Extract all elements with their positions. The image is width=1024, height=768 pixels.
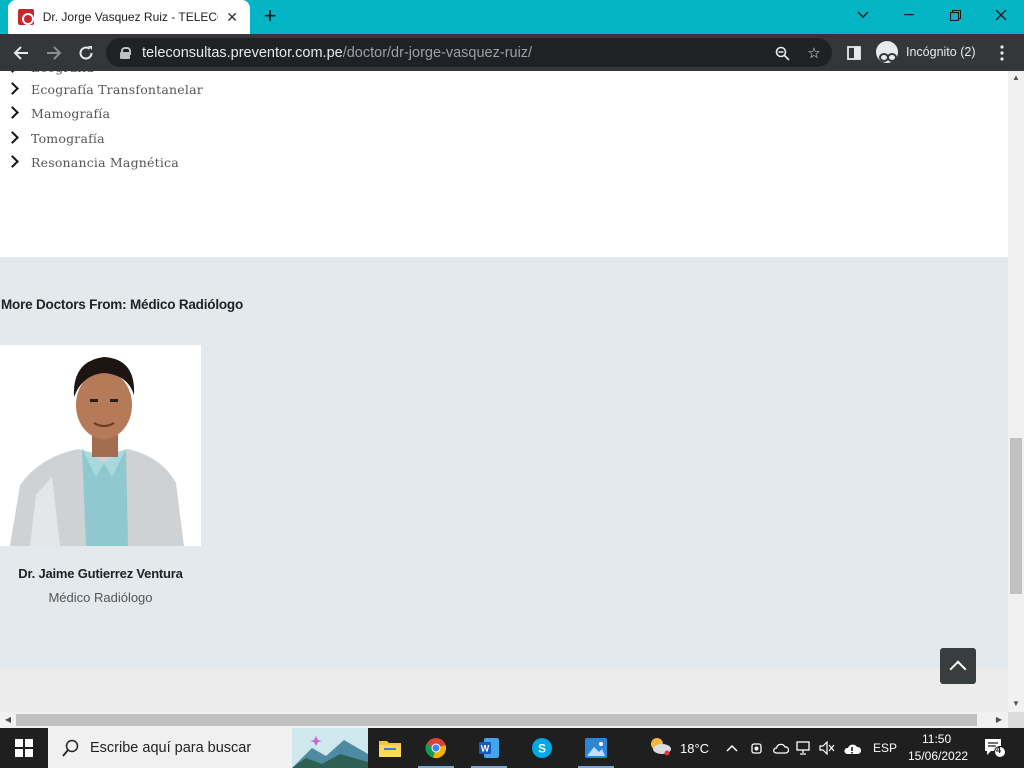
list-item: Ecografía Transfontanelar: [8, 78, 203, 100]
taskbar-search-box[interactable]: Escribe aquí para buscar: [48, 728, 368, 768]
network-icon[interactable]: [795, 739, 813, 757]
volume-muted-icon[interactable]: [818, 739, 836, 757]
search-icon: [62, 739, 79, 757]
browser-toolbar: teleconsultas.preventor.com.pe/doctor/dr…: [0, 34, 1024, 71]
address-bar[interactable]: teleconsultas.preventor.com.pe/doctor/dr…: [106, 38, 832, 67]
chevron-right-icon: [8, 105, 18, 121]
list-item: Tomografía: [8, 127, 105, 149]
input-language[interactable]: ESP: [873, 741, 897, 755]
weather-temperature[interactable]: 18°C: [680, 741, 709, 756]
taskbar: Escribe aquí para buscar W S 18°C ESP 11…: [0, 728, 1024, 768]
new-tab-button[interactable]: +: [258, 5, 282, 29]
reload-icon[interactable]: [73, 40, 99, 66]
notification-count: 4: [996, 745, 1002, 755]
scrollbar-corner: [1008, 712, 1024, 728]
search-placeholder: Escribe aquí para buscar: [90, 740, 252, 756]
notifications-icon[interactable]: 4: [983, 739, 1007, 758]
windows-start-button[interactable]: [0, 728, 48, 768]
onedrive-cloud-icon[interactable]: [771, 739, 789, 757]
update-warning-cloud-icon[interactable]: [843, 739, 861, 757]
search-highlight-landscape-icon: [292, 728, 368, 768]
windows-logo-icon: [15, 739, 33, 757]
chevron-right-icon: [8, 71, 18, 75]
footer-strip: [0, 669, 1008, 712]
photos-icon[interactable]: [572, 728, 620, 768]
title-bar: Dr. Jorge Vasquez Ruiz - TELECONSULTAS ✕…: [0, 0, 1024, 34]
horizontal-scroll-thumb[interactable]: [16, 714, 977, 726]
vertical-scrollbar[interactable]: [1008, 71, 1024, 712]
chevron-right-icon: [8, 154, 18, 170]
list-item: Mamografía: [8, 102, 110, 124]
minimize-button[interactable]: [886, 0, 932, 30]
section-title: More Doctors From: Médico Radiólogo: [1, 297, 244, 312]
doctor-photo[interactable]: [0, 345, 201, 546]
close-window-button[interactable]: [978, 0, 1024, 30]
meet-now-icon[interactable]: [748, 739, 766, 757]
doctor-specialty: Médico Radiólogo: [48, 590, 153, 605]
chevron-right-icon: [8, 130, 18, 146]
incognito-profile-button[interactable]: Incógnito (2): [872, 39, 982, 65]
doctor-name[interactable]: Dr. Jaime Gutierrez Ventura: [0, 566, 201, 581]
weather-partly-cloudy-icon[interactable]: [648, 737, 672, 756]
tab-close-icon[interactable]: ✕: [224, 9, 240, 26]
site-favicon-icon: [18, 9, 34, 25]
browser-tab[interactable]: Dr. Jorge Vasquez Ruiz - TELECONSULTAS ✕: [8, 0, 250, 34]
bookmark-star-icon[interactable]: ☆: [804, 43, 824, 63]
side-panel-icon[interactable]: [841, 40, 867, 66]
vertical-scroll-thumb[interactable]: [1010, 438, 1022, 594]
file-explorer-icon[interactable]: [366, 728, 414, 768]
skype-icon[interactable]: S: [518, 728, 566, 768]
word-icon[interactable]: W: [465, 728, 513, 768]
back-arrow-icon[interactable]: [8, 40, 34, 66]
url-text[interactable]: teleconsultas.preventor.com.pe/doctor/dr…: [142, 45, 532, 61]
forward-arrow-icon[interactable]: [41, 40, 67, 66]
more-doctors-section: More Doctors From: Médico Radiólogo Dr. …: [0, 257, 1008, 669]
chevron-up-icon[interactable]: [723, 739, 741, 757]
restore-button[interactable]: [932, 0, 978, 30]
scroll-down-arrow-icon[interactable]: ▼: [1008, 697, 1024, 711]
incognito-icon: [876, 41, 898, 63]
tab-search-chevron-down-icon[interactable]: [840, 0, 886, 30]
scroll-to-top-button[interactable]: [940, 648, 976, 684]
lock-icon[interactable]: [120, 46, 131, 59]
scroll-left-arrow-icon[interactable]: ◀: [1, 712, 15, 728]
clock-date[interactable]: 15/06/2022: [908, 749, 968, 763]
scroll-up-arrow-icon[interactable]: ▲: [1008, 71, 1024, 85]
menu-kebab-icon[interactable]: [989, 40, 1015, 66]
list-item: Resonancia Magnética: [8, 151, 179, 173]
clock-time[interactable]: 11:50: [922, 732, 951, 746]
scroll-right-arrow-icon[interactable]: ▶: [992, 712, 1006, 728]
svg-text:S: S: [538, 742, 546, 756]
svg-text:W: W: [481, 744, 490, 754]
chrome-icon[interactable]: [412, 728, 460, 768]
zoom-icon[interactable]: [772, 43, 792, 63]
page-viewport: Ecografía Ecografía Transfontanelar Mamo…: [0, 71, 1008, 712]
chevron-right-icon: [8, 81, 18, 97]
doctor-card[interactable]: Dr. Jaime Gutierrez Ventura Médico Radió…: [0, 345, 201, 605]
tab-title: Dr. Jorge Vasquez Ruiz - TELECONSULTAS: [42, 10, 218, 24]
list-item: Ecografía: [8, 71, 94, 78]
